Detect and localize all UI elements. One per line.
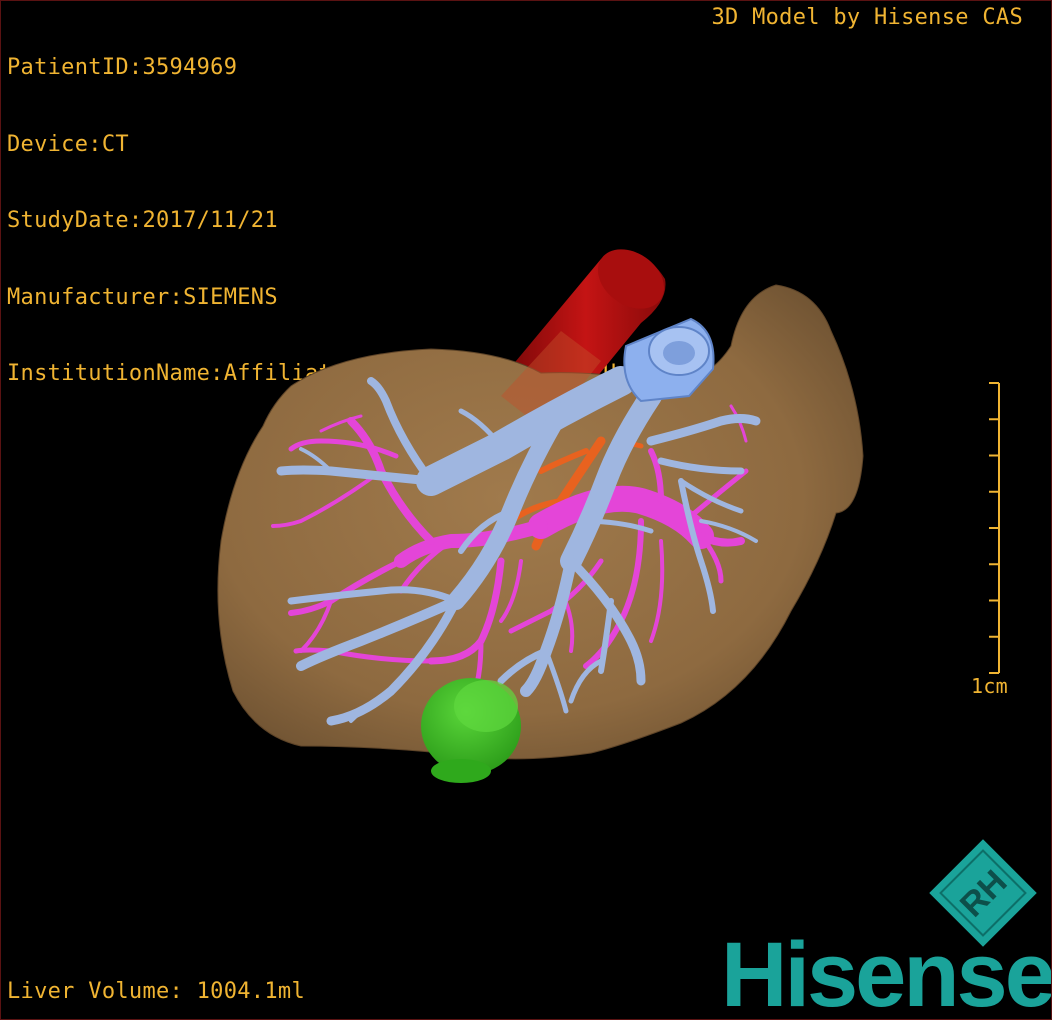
hisense-brand-logo: Hisense <box>721 924 1052 1020</box>
liver-3d-model[interactable]: RH <box>1 1 1051 1019</box>
scale-label: 1cm <box>971 674 1009 698</box>
3d-viewport[interactable]: PatientID:3594969 Device:CT StudyDate:20… <box>0 0 1052 1020</box>
liver-volume-text: Liver Volume: 1004.1ml <box>7 979 305 1004</box>
lesion-green <box>421 678 521 783</box>
scale-bar <box>989 382 1000 674</box>
